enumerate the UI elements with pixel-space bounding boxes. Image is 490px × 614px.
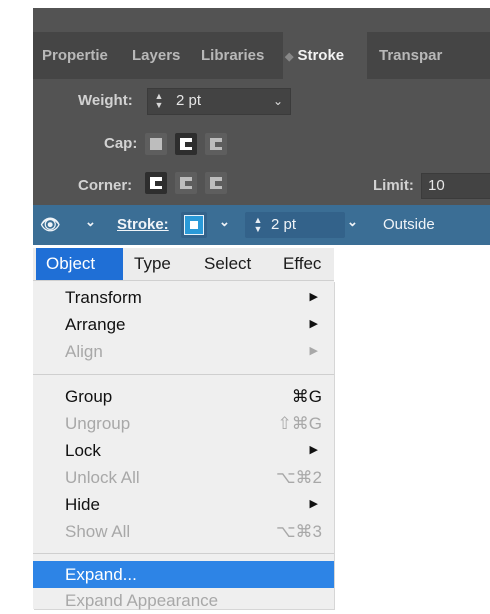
submenu-arrow-icon: ▶ xyxy=(309,444,318,456)
menu-item-group[interactable]: Group ⌘G xyxy=(33,383,334,410)
menu-item-ungroup: Ungroup ⇧⌘G xyxy=(33,410,334,437)
menu-item-label: Lock xyxy=(65,441,101,460)
bevel-join-icon[interactable] xyxy=(205,172,227,194)
corner-label: Corner: xyxy=(78,177,133,194)
menu-item-label: Transform xyxy=(65,288,142,307)
menu-separator xyxy=(33,374,334,375)
tab-libraries[interactable]: Libraries xyxy=(201,32,279,79)
menu-item-arrange[interactable]: Arrange ▶ xyxy=(33,311,334,338)
cap-label: Cap: xyxy=(104,135,138,152)
stroke-panel: Propertie Layers Libraries ◆ Stroke Trans… xyxy=(33,8,490,245)
submenu-arrow-icon: ▶ xyxy=(309,345,318,357)
tab-close-dot-icon[interactable]: ◆ xyxy=(285,51,293,63)
menu-item-shortcut: ⌥⌘3 xyxy=(275,522,322,541)
menu-item-shortcut: ⌘G xyxy=(291,387,322,406)
menu-item-label: Expand... xyxy=(65,565,137,584)
limit-value: 10 xyxy=(428,177,445,194)
control-bar: 👁 ⌄ Stroke: ⌄ ▲ ▼ 2 pt ⌄ Outside xyxy=(33,205,490,245)
limit-label: Limit: xyxy=(373,177,414,194)
menu-object[interactable]: Object xyxy=(36,248,123,280)
chevron-down-icon[interactable]: ⌄ xyxy=(273,94,283,108)
menu-separator xyxy=(33,553,334,554)
weight-field[interactable]: ▲ ▼ 2 pt ⌄ xyxy=(147,88,291,115)
collapse-chevron-icon[interactable]: ⌄ xyxy=(85,214,96,230)
weight-value: 2 pt xyxy=(176,92,202,109)
butt-cap-icon[interactable] xyxy=(145,133,167,155)
submenu-arrow-icon: ▶ xyxy=(309,318,318,330)
tab-layers[interactable]: Layers xyxy=(132,32,190,79)
menu-item-show-all: Show All ⌥⌘3 xyxy=(33,518,334,545)
menu-item-label: Ungroup xyxy=(65,414,131,433)
tab-properties[interactable]: Propertie xyxy=(42,32,128,79)
menu-select[interactable]: Select xyxy=(204,248,251,280)
menu-item-lock[interactable]: Lock ▶ xyxy=(33,437,334,464)
limit-field[interactable]: 10 xyxy=(421,173,490,199)
menu-item-shortcut: ⌥⌘2 xyxy=(275,468,322,487)
menu-item-expand-appearance: Expand Appearance xyxy=(33,587,334,614)
menu-item-shortcut: ⇧⌘G xyxy=(277,414,322,433)
submenu-arrow-icon: ▶ xyxy=(309,291,318,303)
round-cap-icon[interactable] xyxy=(175,133,197,155)
menu-item-hide[interactable]: Hide ▶ xyxy=(33,491,334,518)
visibility-eye-icon[interactable]: 👁 xyxy=(40,215,60,235)
menu-item-label: Hide xyxy=(65,495,100,514)
control-weight-stepper-icon[interactable]: ▲ ▼ xyxy=(249,216,267,234)
stroke-swatch-icon xyxy=(184,215,204,235)
projecting-cap-icon[interactable] xyxy=(205,133,227,155)
stroke-label-link[interactable]: Stroke: xyxy=(117,216,169,233)
weight-label: Weight: xyxy=(78,92,133,109)
object-menu-dropdown: Transform ▶ Arrange ▶ Align ▶ Group ⌘G U… xyxy=(33,281,334,610)
menu-item-unlock-all: Unlock All ⌥⌘2 xyxy=(33,464,334,491)
swatch-dropdown-chevron-icon[interactable]: ⌄ xyxy=(219,214,230,230)
control-weight-field[interactable]: ▲ ▼ 2 pt xyxy=(245,212,345,238)
tab-transparency[interactable]: Transpar xyxy=(379,32,455,79)
stroke-color-swatch[interactable] xyxy=(181,212,207,238)
weight-stepper-icon[interactable]: ▲ ▼ xyxy=(150,92,168,110)
tab-stroke-label: Stroke xyxy=(297,47,345,64)
menu-item-transform[interactable]: Transform ▶ xyxy=(33,284,334,311)
weight-dropdown-chevron-icon[interactable]: ⌄ xyxy=(347,214,358,230)
menu-effect[interactable]: Effec xyxy=(283,248,321,280)
menu-item-align: Align ▶ xyxy=(33,338,334,365)
menu-item-label: Show All xyxy=(65,522,131,541)
miter-join-icon[interactable] xyxy=(145,172,167,194)
control-weight-value: 2 pt xyxy=(271,216,297,233)
stroke-align-value[interactable]: Outside xyxy=(383,216,435,233)
menu-item-expand[interactable]: Expand... xyxy=(33,561,334,588)
menu-item-label: Unlock All xyxy=(65,468,140,487)
menu-bar: Object Type Select Effec xyxy=(33,248,334,281)
tab-stroke[interactable]: ◆ Stroke xyxy=(283,32,367,79)
round-join-icon[interactable] xyxy=(175,172,197,194)
menu-item-label: Expand Appearance xyxy=(65,591,219,610)
menu-item-label: Arrange xyxy=(65,315,126,334)
submenu-arrow-icon: ▶ xyxy=(309,498,318,510)
panel-tab-bar: Propertie Layers Libraries ◆ Stroke Trans… xyxy=(33,32,490,79)
menu-type[interactable]: Type xyxy=(134,248,171,280)
menu-item-label: Align xyxy=(65,342,103,361)
menu-item-label: Group xyxy=(65,387,113,406)
